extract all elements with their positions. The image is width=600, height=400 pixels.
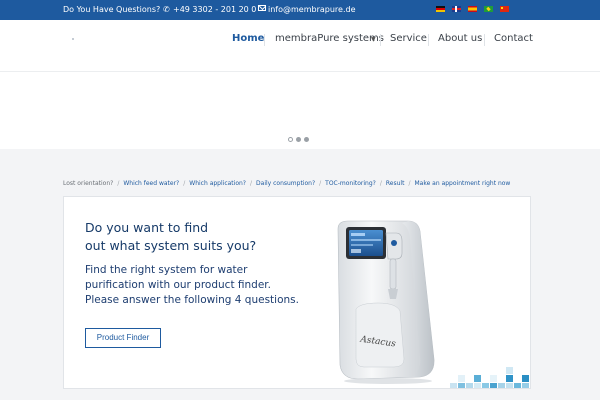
top-contact-bar: Do You Have Questions? ✆ +49 3302 - 201 … bbox=[0, 0, 600, 20]
language-switcher bbox=[436, 6, 509, 12]
step-toc-monitoring[interactable]: TOC-monitoring? bbox=[325, 180, 376, 187]
slider-dot-2[interactable] bbox=[296, 137, 301, 142]
slider-dot-1[interactable] bbox=[288, 137, 293, 142]
nav-item-contact[interactable]: Contact bbox=[494, 33, 533, 44]
card-description: Find the right system for water purifica… bbox=[85, 264, 299, 306]
product-finder-button[interactable]: Product Finder bbox=[85, 328, 161, 348]
step-appointment[interactable]: Make an appointment right now bbox=[414, 180, 510, 187]
step-application[interactable]: Which application? bbox=[189, 180, 246, 187]
nav-item-service[interactable]: Service bbox=[390, 33, 427, 44]
chevron-down-icon: ▼ bbox=[371, 36, 376, 43]
card-title: Do you want to find out what system suit… bbox=[85, 220, 257, 253]
flag-gb-icon[interactable] bbox=[452, 6, 461, 12]
nav-item-systems[interactable]: membraPure systems bbox=[275, 33, 384, 44]
nav-divider bbox=[484, 34, 485, 46]
phone-number-link[interactable]: +49 3302 - 201 20 0 bbox=[173, 5, 256, 14]
slider-dot-3[interactable] bbox=[304, 137, 309, 142]
nav-divider bbox=[380, 34, 381, 46]
site-header: Home membraPure systems ▼ Service About … bbox=[0, 20, 600, 72]
slider-pagination bbox=[288, 137, 309, 142]
nav-divider bbox=[428, 34, 429, 46]
product-finder-card: Do you want to find out what system suit… bbox=[63, 196, 531, 389]
email-link[interactable]: info@membrapure.de bbox=[268, 5, 356, 14]
product-finder-steps: Lost orientation? / Which feed water? / Whic… bbox=[63, 180, 511, 187]
flag-es-icon[interactable] bbox=[468, 6, 477, 12]
logo[interactable] bbox=[72, 38, 74, 40]
step-daily-consumption[interactable]: Daily consumption? bbox=[256, 180, 315, 187]
nav-divider bbox=[264, 34, 265, 46]
breadcrumb-lead: Lost orientation? bbox=[63, 180, 114, 187]
nav-item-about[interactable]: About us bbox=[438, 33, 482, 44]
questions-text: Do You Have Questions? bbox=[63, 5, 161, 14]
nav-item-home[interactable]: Home bbox=[232, 33, 264, 44]
water-purification-device-image: Astacus bbox=[337, 220, 435, 384]
decorative-tiles bbox=[444, 367, 530, 388]
step-feed-water[interactable]: Which feed water? bbox=[123, 180, 179, 187]
step-result[interactable]: Result bbox=[386, 180, 405, 187]
flag-de-icon[interactable] bbox=[436, 6, 445, 12]
flag-cn-icon[interactable] bbox=[500, 6, 509, 12]
envelope-icon bbox=[258, 5, 266, 11]
phone-icon: ✆ bbox=[163, 5, 170, 14]
flag-br-icon[interactable] bbox=[484, 6, 493, 12]
